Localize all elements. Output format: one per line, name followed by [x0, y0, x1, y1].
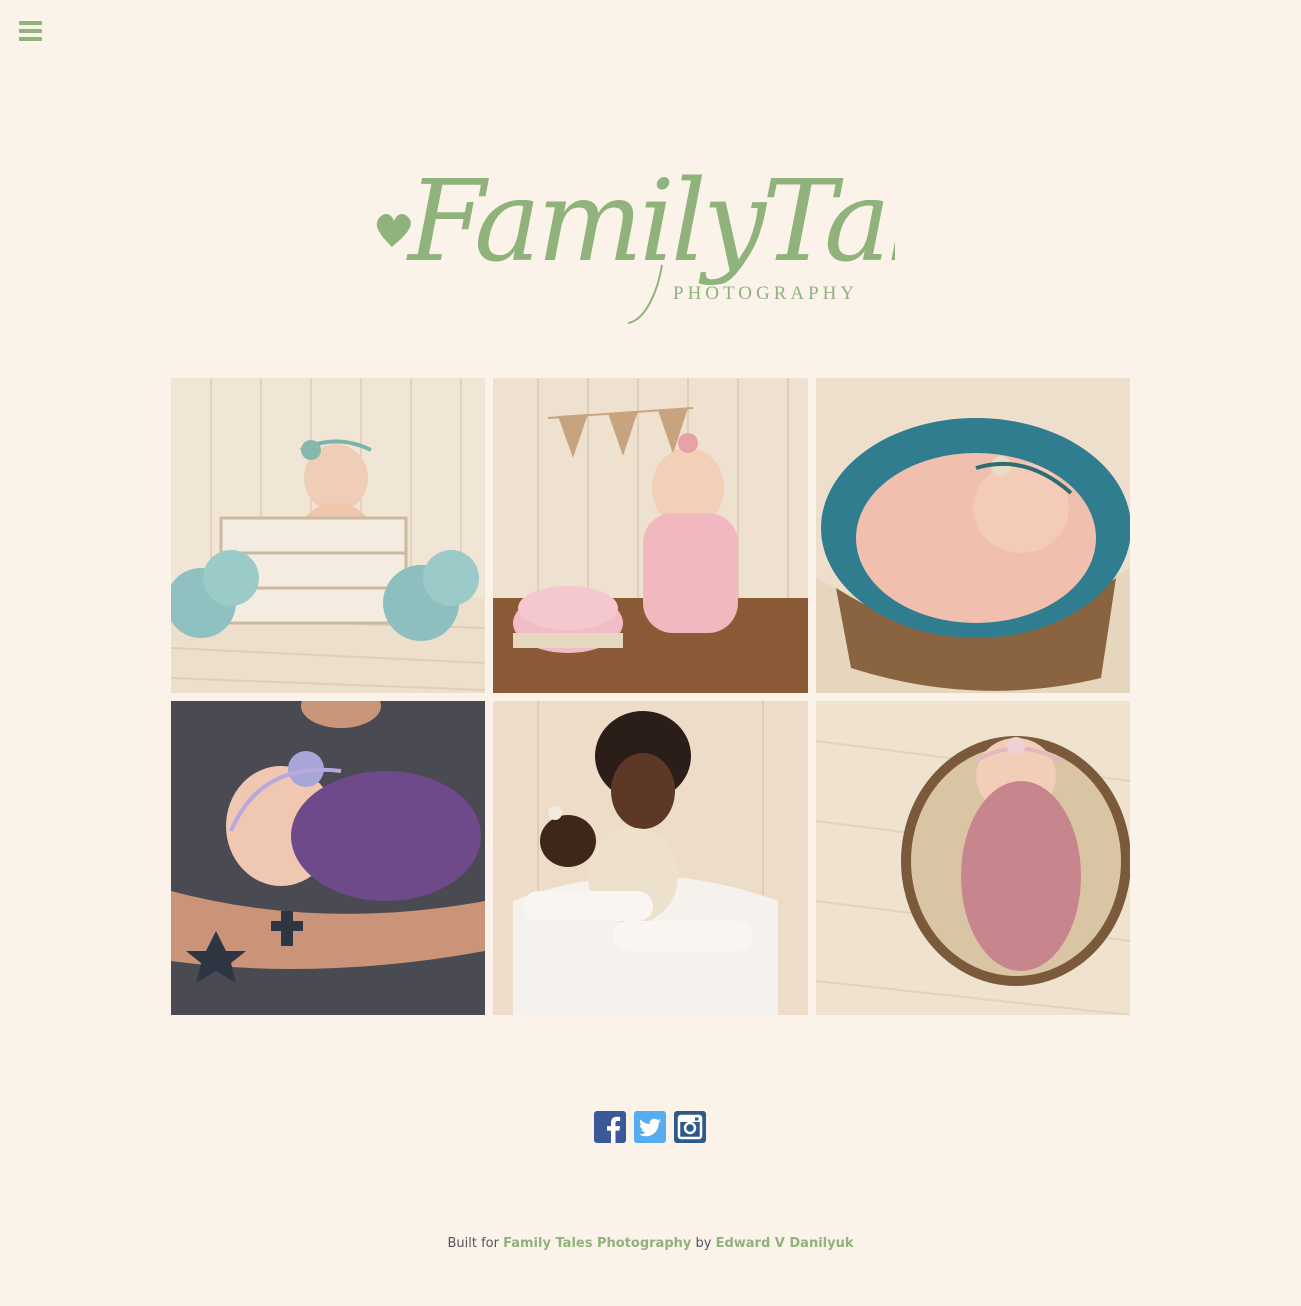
heart-icon	[376, 214, 411, 247]
twitter-icon	[634, 1111, 666, 1143]
gallery-photo-3[interactable]	[816, 378, 1130, 693]
logo-subtitle: PHOTOGRAPHY	[673, 283, 858, 304]
gallery-photo-5[interactable]	[493, 701, 808, 1015]
instagram-icon	[674, 1111, 706, 1143]
gallery-photo-2[interactable]	[493, 378, 808, 693]
logo-script-text: FamilyTales	[406, 157, 895, 287]
photo-gallery	[171, 378, 1130, 1015]
site-footer: Built for Family Tales Photography by Ed…	[0, 1236, 1301, 1251]
hamburger-menu-icon[interactable]	[19, 21, 42, 41]
page: FamilyTales PHOTOGRAPHY	[0, 0, 1301, 1306]
photo-mother-newborn	[493, 701, 808, 1015]
photo-cake-smash	[493, 378, 808, 693]
facebook-icon	[594, 1111, 626, 1143]
footer-by: by	[695, 1236, 712, 1251]
twitter-link[interactable]	[634, 1111, 666, 1143]
social-links	[594, 1111, 706, 1143]
facebook-link[interactable]	[594, 1111, 626, 1143]
logo-graphic: FamilyTales PHOTOGRAPHY	[376, 157, 1039, 324]
gallery-photo-1[interactable]	[171, 378, 485, 693]
site-logo[interactable]: FamilyTales PHOTOGRAPHY	[370, 125, 1039, 335]
author-link[interactable]: Edward V Danilyuk	[716, 1236, 854, 1251]
photo-baby-crate	[171, 378, 485, 693]
photo-newborn-pink	[816, 701, 1130, 1015]
photo-father-newborn	[171, 701, 485, 1015]
menu-bar	[19, 21, 42, 25]
photo-newborn-teal	[816, 378, 1130, 693]
gallery-photo-4[interactable]	[171, 701, 485, 1015]
footer-built-for: Built for	[447, 1236, 499, 1251]
instagram-link[interactable]	[674, 1111, 706, 1143]
menu-bar	[19, 29, 42, 33]
gallery-photo-6[interactable]	[816, 701, 1130, 1015]
client-link[interactable]: Family Tales Photography	[503, 1236, 691, 1251]
menu-bar	[19, 37, 42, 41]
